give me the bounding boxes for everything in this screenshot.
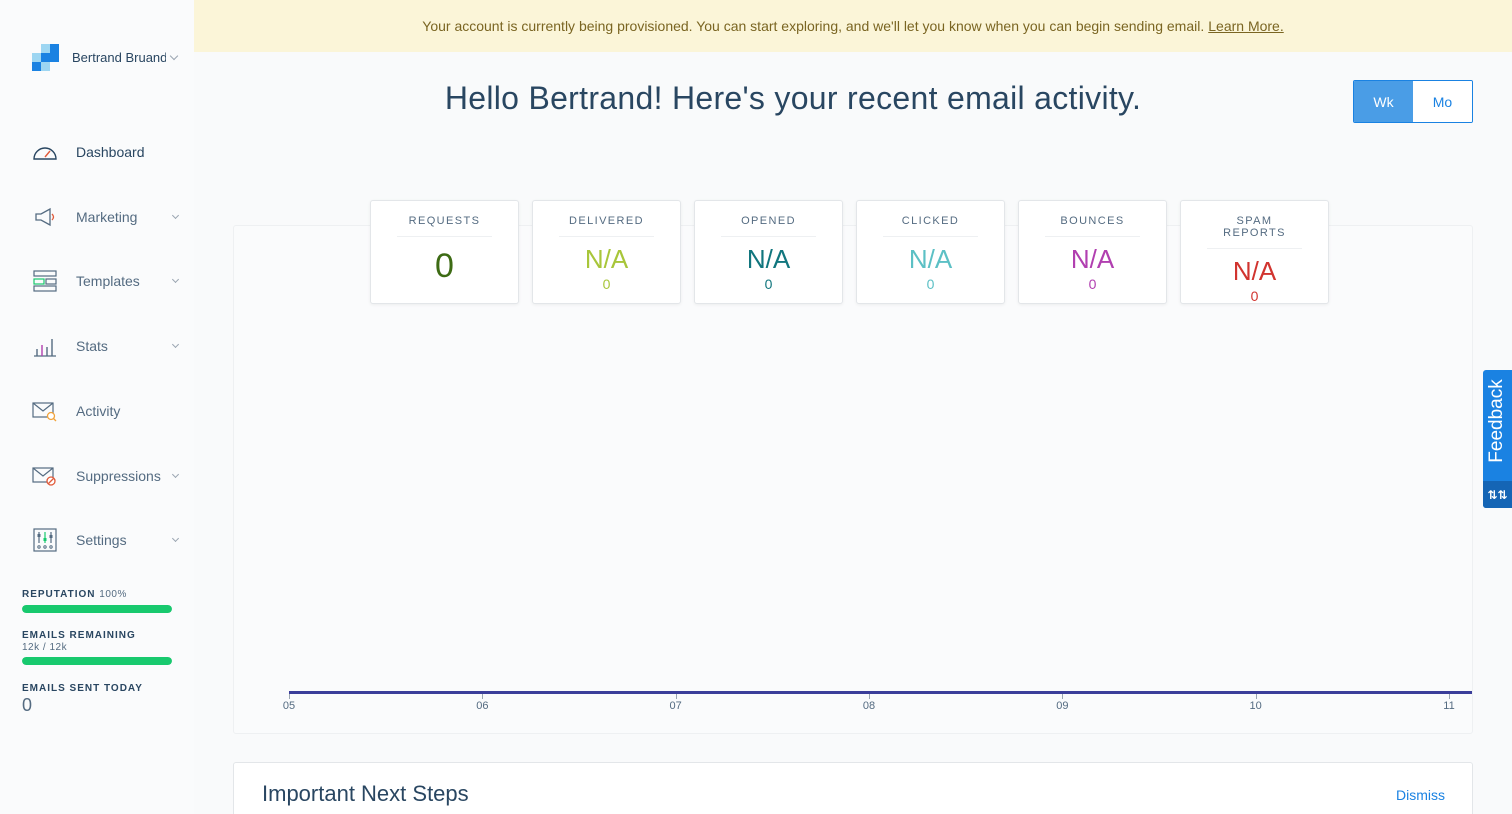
sidebar-item-label: Suppressions	[76, 468, 161, 484]
sidebar-item-dashboard[interactable]: Dashboard	[32, 137, 182, 167]
x-axis-tick-label: 10	[1249, 700, 1262, 712]
stat-value: N/A	[1232, 256, 1277, 286]
x-axis-tick	[1255, 694, 1257, 699]
x-axis-tick-label: 08	[862, 700, 876, 712]
x-axis-tick-label: 11	[1443, 700, 1455, 712]
stat-value: N/A	[908, 244, 953, 274]
stat-count: 0	[1250, 288, 1259, 304]
provisioning-banner: Your account is currently being provisio…	[194, 0, 1512, 52]
chevron-down-icon	[171, 534, 180, 542]
chevron-down-icon	[171, 275, 180, 283]
x-axis-tick	[482, 694, 484, 699]
stat-label: BOUNCES	[1045, 215, 1140, 237]
megaphone-icon	[32, 204, 58, 230]
chevron-down-icon	[171, 211, 180, 219]
sidebar-item-suppressions[interactable]: Suppressions	[32, 461, 182, 491]
sidebar-item-label: Stats	[76, 338, 108, 354]
stat-card-delivered[interactable]: DELIVERED N/A 0	[532, 200, 681, 304]
bar-chart-icon	[32, 333, 58, 359]
sidebar-item-label: Dashboard	[76, 144, 145, 160]
x-axis-tick-label: 06	[476, 700, 489, 712]
x-axis-tick	[675, 694, 677, 699]
period-toggle: Wk Mo	[1353, 80, 1473, 123]
sidebar-item-templates[interactable]: Templates	[32, 266, 182, 296]
stat-count: 0	[926, 276, 935, 292]
emails-remaining-bar-fill	[22, 657, 172, 665]
emails-remaining-value: 12k / 12k	[22, 642, 68, 653]
learn-more-link[interactable]: Learn More.	[1208, 18, 1283, 34]
sidebar-item-label: Settings	[76, 532, 127, 548]
chevron-down-icon	[171, 340, 180, 348]
stat-value: 0	[435, 247, 454, 285]
x-axis-tick	[1062, 694, 1064, 699]
stat-value: N/A	[1070, 244, 1115, 274]
emails-sent-value: 0	[22, 695, 33, 715]
x-axis-tick	[869, 694, 870, 699]
templates-icon	[32, 268, 58, 294]
sidebar-item-label: Templates	[76, 273, 140, 289]
chevron-down-icon	[171, 470, 180, 478]
stat-count: 0	[1088, 276, 1097, 292]
chart-series-line	[289, 691, 1472, 694]
month-toggle-button[interactable]: Mo	[1413, 81, 1472, 122]
page-title: Hello Bertrand! Here's your recent email…	[444, 80, 1142, 116]
sidebar-item-stats[interactable]: Stats	[32, 331, 182, 361]
emails-remaining-meter: EMAILS REMAINING 12k / 12k	[22, 630, 172, 665]
x-axis-tick-label: 09	[1056, 700, 1069, 712]
sidebar-item-activity[interactable]: Activity	[32, 396, 182, 426]
x-axis-tick	[289, 694, 290, 699]
feedback-label: Feedback	[1486, 379, 1507, 463]
mail-block-icon	[32, 463, 58, 489]
reputation-label: REPUTATION	[22, 589, 96, 600]
reputation-meter: REPUTATION 100%	[22, 589, 172, 613]
sidebar-item-label: Marketing	[76, 209, 138, 225]
next-steps-title: Important Next Steps	[262, 781, 469, 806]
next-steps-panel: Important Next Steps Dismiss	[233, 762, 1473, 814]
stat-count: 0	[764, 276, 773, 292]
gauge-icon	[32, 139, 58, 165]
x-axis-tick-label: 07	[669, 700, 682, 712]
mail-search-icon	[32, 398, 58, 424]
emails-remaining-bar	[22, 657, 172, 665]
stat-count: 0	[602, 276, 611, 292]
stat-label: CLICKED	[883, 215, 978, 237]
stat-value: N/A	[584, 244, 629, 274]
reputation-bar-fill	[22, 605, 172, 613]
emails-sent-today: EMAILS SENT TODAY 0	[22, 683, 172, 716]
reputation-value: 100%	[99, 589, 127, 600]
stat-label: SPAM REPORTS	[1207, 215, 1302, 249]
sliders-icon	[32, 527, 58, 553]
week-toggle-button[interactable]: Wk	[1354, 81, 1413, 122]
x-axis-tick-label: 05	[282, 700, 296, 712]
account-switcher[interactable]: Bertrand Bruand	[32, 44, 179, 71]
stat-label: REQUESTS	[397, 215, 492, 237]
x-axis-tick	[1449, 694, 1450, 699]
feedback-tab[interactable]: Feedback ⇅⇅	[1483, 370, 1512, 508]
reputation-bar	[22, 605, 172, 613]
sidebar-item-marketing[interactable]: Marketing	[32, 202, 182, 232]
chevron-down-icon	[169, 51, 179, 60]
stat-label: OPENED	[721, 215, 816, 237]
stat-card-bounces[interactable]: BOUNCES N/A 0	[1018, 200, 1167, 304]
sidebar-item-settings[interactable]: Settings	[32, 525, 182, 555]
account-name: Bertrand Bruand	[72, 50, 166, 65]
emails-sent-label: EMAILS SENT TODAY	[22, 683, 143, 694]
brand-logo-icon	[32, 44, 59, 71]
sidebar: Bertrand Bruand Dashboard Marketing Temp…	[0, 0, 194, 814]
banner-message: Your account is currently being provisio…	[422, 18, 1205, 34]
stat-card-clicked[interactable]: CLICKED N/A 0	[856, 200, 1005, 304]
stat-value: N/A	[746, 244, 791, 274]
stat-card-spam-reports[interactable]: SPAM REPORTS N/A 0	[1180, 200, 1329, 304]
dismiss-button[interactable]: Dismiss	[1396, 787, 1445, 803]
feedback-sliders-icon: ⇅⇅	[1483, 481, 1512, 508]
emails-remaining-label: EMAILS REMAINING	[22, 630, 136, 641]
stat-label: DELIVERED	[559, 215, 654, 237]
stat-card-requests[interactable]: REQUESTS 0	[370, 200, 519, 304]
sidebar-item-label: Activity	[76, 403, 121, 419]
stat-card-opened[interactable]: OPENED N/A 0	[694, 200, 843, 304]
